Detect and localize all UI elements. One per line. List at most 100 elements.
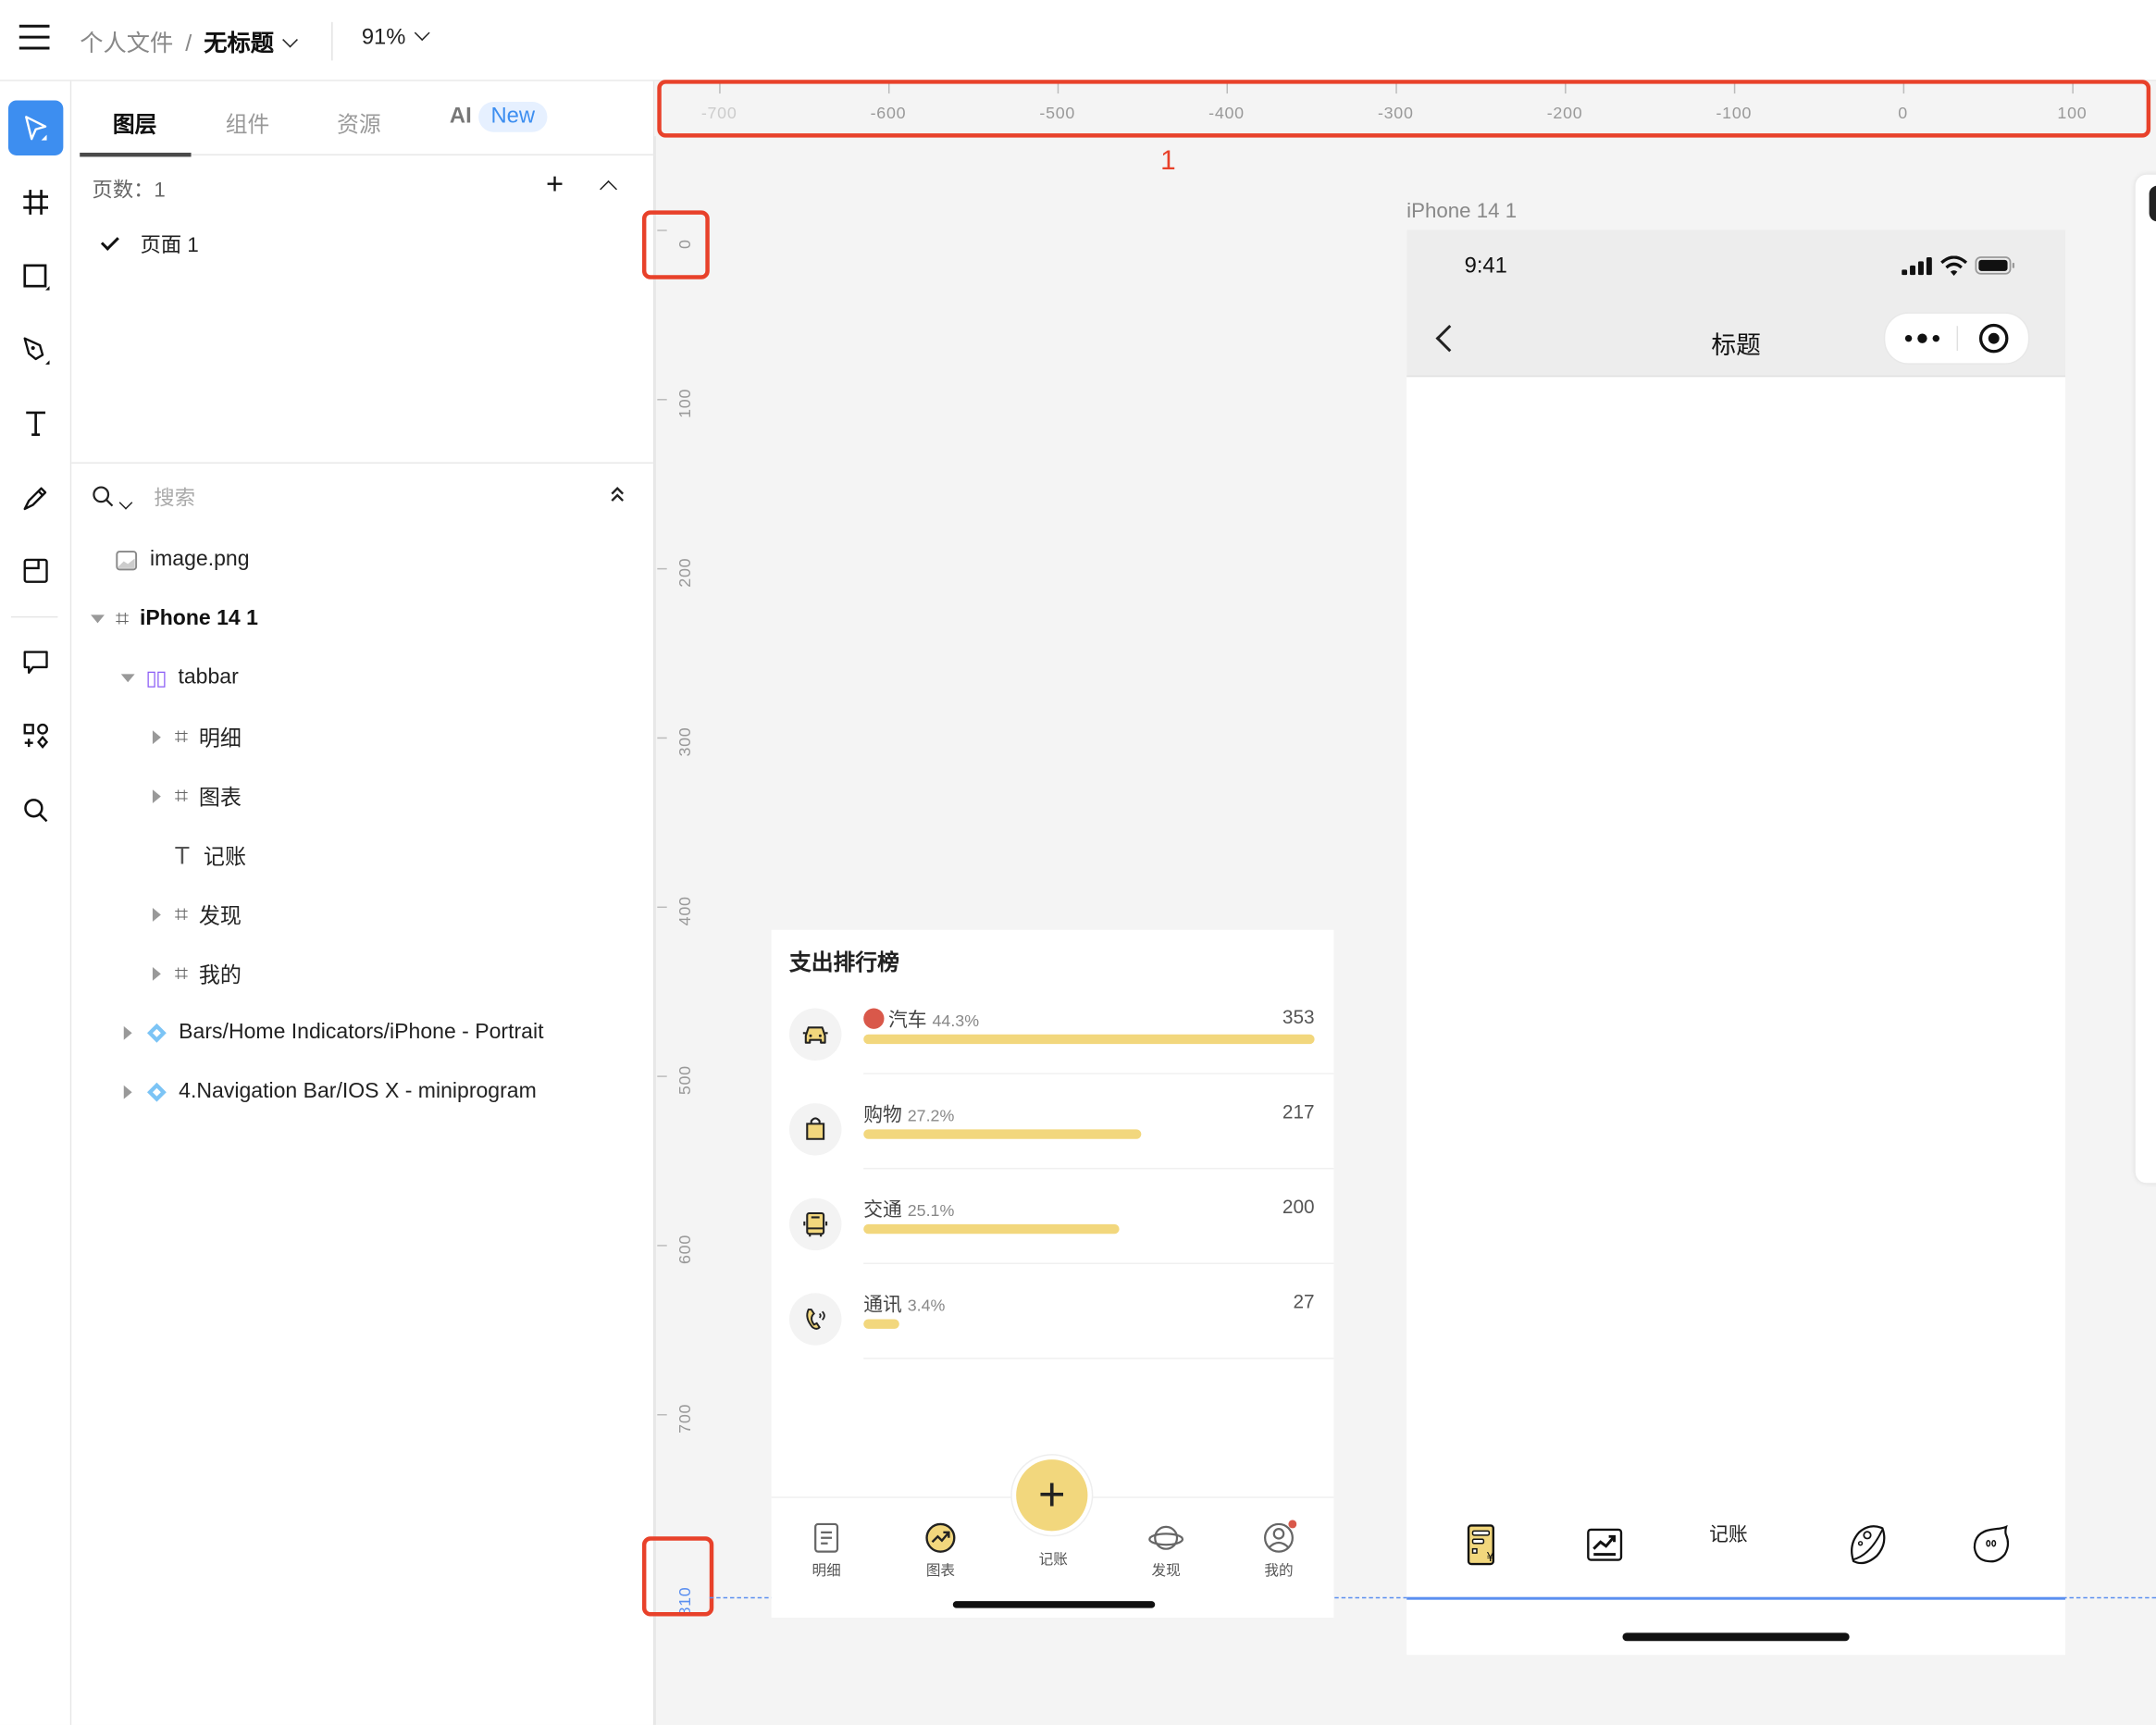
search-tool[interactable] xyxy=(8,783,63,838)
check-icon xyxy=(100,231,119,251)
mock-tab-me[interactable]: 我的 xyxy=(1237,1520,1320,1580)
collapse-pages-button[interactable] xyxy=(600,180,618,198)
menu-icon[interactable] xyxy=(19,24,50,50)
tab-components[interactable]: 组件 xyxy=(226,105,270,139)
add-record-button[interactable]: + xyxy=(1016,1459,1088,1532)
vertical-ruler[interactable]: 0 100 200 300 400 500 600 700 810 xyxy=(654,136,711,1725)
expand-icon[interactable] xyxy=(123,1085,132,1099)
expand-icon[interactable] xyxy=(152,966,161,981)
panel-button[interactable] xyxy=(2149,185,2156,222)
list-icon xyxy=(814,1522,839,1553)
category-percent: 44.3% xyxy=(932,1011,980,1031)
ranking-row[interactable]: 汽车 44.3% 353 xyxy=(772,1006,1334,1099)
chevron-down-icon[interactable] xyxy=(282,31,299,48)
tab-chart[interactable] xyxy=(1577,1522,1631,1573)
ranking-row[interactable]: 购物 27.2% 217 xyxy=(772,1100,1334,1194)
text-tool[interactable] xyxy=(8,396,63,451)
ruler-tick xyxy=(657,1414,667,1416)
zoom-dropdown[interactable]: 91% xyxy=(362,25,430,51)
frame-icon: ⌗ xyxy=(174,960,188,987)
new-badge: New xyxy=(478,101,548,132)
close-miniprogram-icon[interactable] xyxy=(1977,322,2011,355)
plugins-tool[interactable] xyxy=(8,708,63,763)
category-icon-wrap xyxy=(788,1293,842,1346)
mock-tab-discover[interactable]: 发现 xyxy=(1125,1520,1208,1580)
category-bar xyxy=(863,1319,899,1329)
more-icon[interactable] xyxy=(1904,331,1940,345)
text-icon xyxy=(26,411,46,437)
tab-me[interactable] xyxy=(1964,1522,2018,1573)
car-icon xyxy=(802,1026,828,1044)
layer-item[interactable]: ⌗ iPhone 14 1 xyxy=(91,599,258,640)
floating-panel[interactable] xyxy=(2135,174,2156,1184)
move-tool[interactable] xyxy=(7,100,64,155)
expand-icon[interactable] xyxy=(152,730,161,745)
breadcrumb-parent[interactable]: 个人文件 xyxy=(80,31,173,56)
layer-item[interactable]: image.png xyxy=(116,540,250,581)
search-icon xyxy=(24,799,48,823)
category-bar xyxy=(863,1223,1120,1235)
shape-tool[interactable] xyxy=(8,249,63,304)
ruler-label: 500 xyxy=(675,1065,695,1096)
pencil-tool[interactable] xyxy=(8,470,63,525)
text-layer-icon: T xyxy=(174,840,191,869)
category-name: 交通 xyxy=(863,1198,902,1221)
expand-icon[interactable] xyxy=(152,908,161,922)
layer-item[interactable]: ⌗ 图表 xyxy=(152,776,242,817)
section-tool[interactable] xyxy=(8,543,63,598)
category-percent: 25.1% xyxy=(907,1200,955,1221)
tab-ai[interactable]: AI New xyxy=(450,101,548,132)
section-icon xyxy=(23,558,48,583)
cursor-icon xyxy=(25,116,47,141)
expand-icon[interactable] xyxy=(152,789,161,804)
category-icon-wrap xyxy=(788,1103,842,1156)
expense-ranking-image[interactable]: 支出排行榜 汽车 44.3% 353 购物 27.2% 217 交通 25.1% 200 通讯 3.… xyxy=(771,929,1334,1619)
page-item[interactable]: 页面 1 xyxy=(100,230,199,258)
tab-record[interactable]: 记账 xyxy=(1701,1520,1755,1547)
frame-tool[interactable] xyxy=(8,175,63,230)
collapse-all-icon[interactable] xyxy=(608,484,627,503)
chevron-down-icon[interactable] xyxy=(118,495,133,510)
tab-detail[interactable]: ¥ xyxy=(1454,1522,1508,1573)
search-input[interactable]: 搜索 xyxy=(154,483,195,512)
app-window: 个人文件 / 无标题 91% 图层 组件 资源 AI New 页数：1 + 页面… xyxy=(0,0,2156,1725)
category-name: 购物 xyxy=(863,1103,902,1125)
ranking-row[interactable]: 通讯 3.4% 27 xyxy=(772,1290,1334,1384)
layer-item[interactable]: ⌗ 我的 xyxy=(152,953,242,995)
pen-tool[interactable] xyxy=(8,323,63,378)
expand-icon[interactable] xyxy=(91,614,105,624)
guide-line xyxy=(1406,1596,2065,1599)
comment-icon xyxy=(23,651,48,675)
expand-icon[interactable] xyxy=(123,1025,132,1040)
active-tab-indicator xyxy=(80,152,192,157)
frame-icon: ⌗ xyxy=(174,782,188,810)
layer-item[interactable]: Bars/Home Indicators/iPhone - Portrait xyxy=(123,1012,543,1054)
mock-tab-label: 记账 xyxy=(1038,1551,1068,1569)
comment-tool[interactable] xyxy=(8,634,63,689)
layer-search[interactable]: 搜索 xyxy=(91,481,634,512)
ranking-row[interactable]: 交通 25.1% 200 xyxy=(772,1196,1334,1289)
toolbar-divider xyxy=(10,615,58,618)
chevron-down-icon xyxy=(414,25,430,42)
frame-icon: ⌗ xyxy=(174,723,188,751)
frame-label[interactable]: iPhone 14 1 xyxy=(1406,200,1517,223)
layer-item[interactable]: ⌗ 明细 xyxy=(152,716,242,758)
layer-item[interactable]: ⌗ 发现 xyxy=(152,894,242,936)
add-page-button[interactable]: + xyxy=(546,168,564,200)
tab-assets[interactable]: 资源 xyxy=(337,105,381,139)
tab-discover[interactable] xyxy=(1840,1522,1894,1573)
home-indicator xyxy=(1622,1632,1850,1642)
file-title[interactable]: 无标题 xyxy=(204,31,274,56)
tab-layers[interactable]: 图层 xyxy=(113,105,157,139)
layer-item[interactable]: ▯▯ tabbar xyxy=(120,657,239,699)
chart-icon xyxy=(1587,1528,1623,1561)
mock-tab-record[interactable]: 记账 xyxy=(1012,1549,1095,1570)
layer-item[interactable]: 4.Navigation Bar/IOS X - miniprogram xyxy=(123,1072,537,1113)
layer-item[interactable]: T 记账 xyxy=(175,835,246,876)
category-icon-wrap xyxy=(788,1008,842,1061)
expand-icon[interactable] xyxy=(120,674,135,683)
signal-icon xyxy=(1902,256,1932,276)
iphone-frame[interactable]: 9:41 标题 ¥ 记账 xyxy=(1406,230,2065,1656)
mock-tab-chart[interactable]: 图表 xyxy=(899,1520,982,1580)
mock-tab-detail[interactable]: 明细 xyxy=(786,1520,868,1580)
